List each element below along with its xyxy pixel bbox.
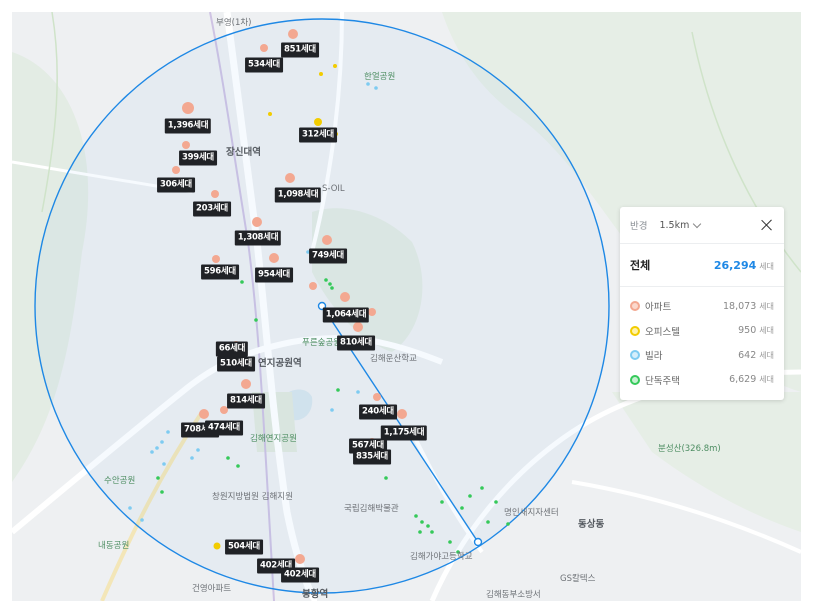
place-name: 장신대역 — [226, 147, 261, 158]
house-marker-icon — [630, 374, 640, 385]
place-name: 건영아파트 — [192, 584, 232, 594]
household-label[interactable]: 240세대 — [359, 404, 397, 420]
place-name: 김해연지공원 — [250, 434, 297, 444]
category-label: 오피스텔 — [645, 326, 680, 338]
household-label[interactable]: 474세대 — [205, 420, 243, 436]
category-row-officetel[interactable]: 오피스텔 950 세대 — [630, 319, 774, 344]
chevron-down-icon — [693, 219, 702, 228]
category-value: 642 세대 — [738, 349, 774, 361]
place-name: 김해동부소방서 — [486, 590, 541, 600]
category-label: 단독주택 — [645, 375, 680, 387]
panel-header: 반경 1.5km — [620, 207, 784, 244]
total-label: 전체 — [630, 259, 651, 272]
household-label[interactable]: 835세대 — [353, 449, 391, 465]
category-row-villa[interactable]: 빌라 642 세대 — [630, 343, 774, 368]
category-label: 빌라 — [645, 351, 663, 363]
household-label[interactable]: 306세대 — [157, 177, 195, 193]
household-label[interactable]: 810세대 — [337, 335, 375, 351]
total-value: 26,294 세대 — [713, 258, 774, 272]
category-label: 아파트 — [645, 302, 672, 314]
household-label[interactable]: 1,308세대 — [234, 230, 282, 246]
category-value: 18,073 세대 — [723, 300, 774, 312]
villa-marker-icon — [630, 350, 640, 361]
category-row-house[interactable]: 단독주택 6,629 세대 — [630, 368, 774, 393]
place-name: GS칼텍스 — [560, 574, 596, 584]
place-name: 연지공원역 — [258, 358, 302, 369]
place-name: 내동공원 — [98, 541, 130, 551]
place-name: 수안공원 — [104, 476, 136, 486]
unit-label: 세대 — [759, 261, 774, 271]
place-name: 창원지방법원 김해지원 — [212, 492, 293, 502]
household-label[interactable]: 399세대 — [179, 150, 217, 166]
category-value: 6,629 세대 — [729, 374, 774, 386]
place-name: 김해가야고등학교 — [410, 552, 473, 562]
place-name: 푸른숲공원 — [302, 338, 342, 348]
place-name: 국립김해박물관 — [344, 504, 399, 514]
place-name: 봉황역 — [302, 589, 329, 600]
radius-value: 1.5km — [659, 219, 690, 231]
household-label[interactable]: 534세대 — [245, 57, 283, 73]
household-label[interactable]: 1,098세대 — [274, 187, 322, 203]
radius-label: 반경 — [630, 221, 648, 232]
household-label[interactable]: 312세대 — [299, 127, 337, 143]
household-label[interactable]: 1,396세대 — [164, 118, 212, 134]
household-label[interactable]: 851세대 — [281, 42, 319, 58]
household-label[interactable]: 510세대 — [217, 356, 255, 372]
household-label[interactable]: 596세대 — [201, 264, 239, 280]
place-name: S-OIL — [322, 184, 345, 194]
household-label[interactable]: 504세대 — [225, 539, 263, 555]
place-name: 부영(1차) — [216, 18, 252, 28]
place-name: 분성산(326.8m) — [658, 444, 721, 454]
household-label[interactable]: 1,064세대 — [322, 307, 370, 323]
household-label[interactable]: 1,175세대 — [380, 425, 428, 441]
apartment-marker-icon — [630, 301, 640, 312]
category-list: 아파트 18,073 세대 오피스텔 950 세대 빌라 642 세대 단독주택 6,… — [620, 287, 784, 392]
category-value: 950 세대 — [738, 325, 774, 337]
place-name: 한얼공원 — [364, 72, 396, 82]
place-name: 명인새지자센터 — [504, 508, 559, 518]
category-row-apartment[interactable]: 아파트 18,073 세대 — [630, 294, 774, 319]
officetel-marker-icon — [630, 325, 640, 336]
radius-select[interactable]: 1.5km — [659, 219, 702, 231]
household-label[interactable]: 749세대 — [309, 248, 347, 264]
household-label[interactable]: 954세대 — [255, 267, 293, 283]
household-label[interactable]: 203세대 — [193, 201, 231, 217]
close-icon[interactable] — [760, 218, 774, 232]
household-label[interactable]: 814세대 — [227, 393, 265, 409]
place-name: 동상동 — [578, 519, 605, 530]
place-name: 김해운산학교 — [370, 354, 417, 364]
household-label[interactable]: 402세대 — [281, 567, 319, 583]
household-label[interactable]: 66세대 — [215, 341, 249, 357]
total-row: 전체 26,294 세대 — [620, 244, 784, 287]
radius-summary-panel: 반경 1.5km 전체 26,294 세대 아파트 18,073 세대 오피스텔 9… — [620, 207, 784, 400]
